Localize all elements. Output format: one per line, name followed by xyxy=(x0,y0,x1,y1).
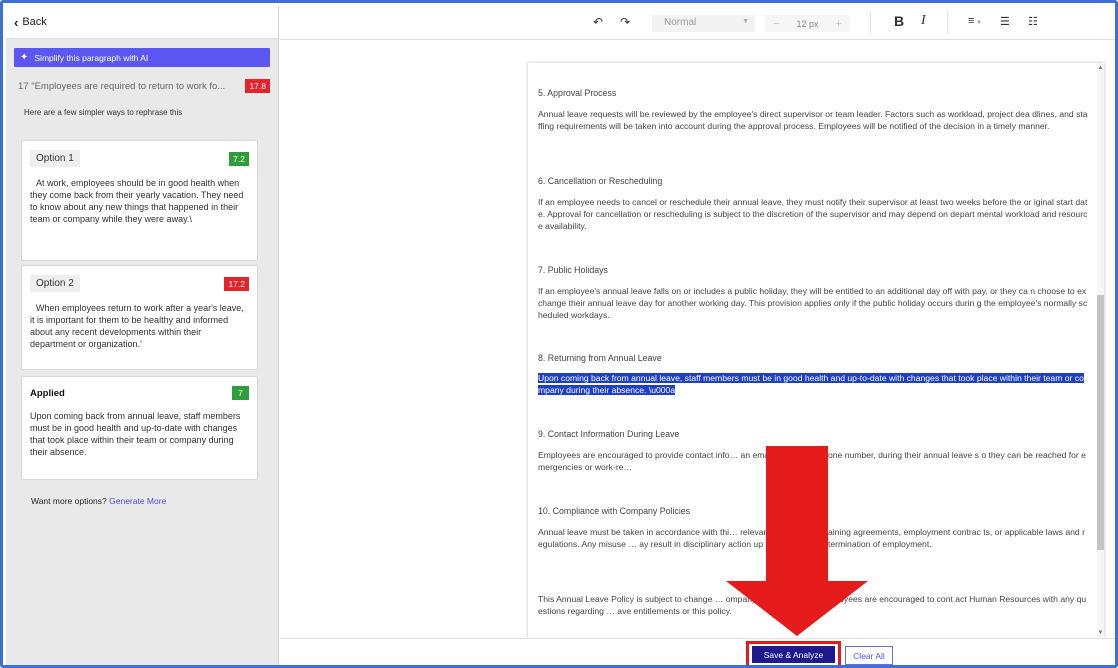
document-area: 5. Approval Process Annual leave request… xyxy=(280,41,1115,638)
applied-card: Applied 7 Upon coming back from annual l… xyxy=(21,376,258,480)
section-paragraph[interactable]: If an employee needs to cancel or resche… xyxy=(538,196,1088,232)
highlighted-paragraph[interactable]: Upon coming back from annual leave, staf… xyxy=(538,372,1088,396)
font-size-stepper[interactable]: − 12 px + xyxy=(765,15,850,32)
helper-text: Here are a few simpler ways to rephrase … xyxy=(24,108,183,117)
back-button[interactable]: ‹ Back xyxy=(6,6,278,39)
editor-toolbar: ↶ ↷ Normal ▼ − 12 px + B I ≡ ▼ ☰ ☷ xyxy=(280,6,1115,40)
original-snippet: 17 "Employees are required to return to … xyxy=(18,80,226,92)
save-button-highlight: Save & Analyze xyxy=(746,641,841,665)
font-size-value: 12 xyxy=(796,18,807,29)
section-paragraph[interactable]: Annual leave requests will be reviewed b… xyxy=(538,108,1088,132)
bullet-list-icon[interactable]: ☰ xyxy=(1000,15,1010,28)
scrollbar-thumb[interactable] xyxy=(1097,295,1104,550)
selected-text: Upon coming back from annual leave, staf… xyxy=(538,373,1084,395)
italic-button[interactable]: I xyxy=(921,13,926,29)
increase-size-icon[interactable]: + xyxy=(835,18,841,30)
closing-paragraph[interactable]: This Annual Leave Policy is subject to c… xyxy=(538,593,1088,617)
bold-button[interactable]: B xyxy=(894,13,904,29)
section-paragraph[interactable]: Employees are encouraged to provide cont… xyxy=(538,449,1088,473)
action-bar: Save & Analyze Clear All xyxy=(280,638,1115,665)
scroll-up-icon[interactable]: ▲ xyxy=(1097,65,1104,71)
option-2-text: When employees return to work after a ye… xyxy=(30,303,244,349)
applied-score-badge: 7 xyxy=(232,386,249,400)
chevron-down-icon: ▼ xyxy=(742,18,749,25)
align-icon[interactable]: ≡ ▼ xyxy=(968,15,982,27)
paragraph-style-select[interactable]: Normal ▼ xyxy=(652,15,755,32)
option-1-score-badge: 7.2 xyxy=(229,151,249,166)
more-options-label: Want more options? xyxy=(31,496,107,506)
font-size-unit: px xyxy=(809,18,819,29)
option-2-score-badge: 17.2 xyxy=(224,276,249,291)
app-window: ‹ Back ✦ Simplify this paragraph with AI… xyxy=(0,0,1118,668)
clear-all-button[interactable]: Clear All xyxy=(845,646,893,665)
numbered-list-icon[interactable]: ☷ xyxy=(1028,15,1038,28)
section-heading: 9. Contact Information During Leave xyxy=(538,429,680,439)
toolbar-divider xyxy=(947,12,948,34)
applied-label: Applied xyxy=(30,387,65,399)
section-heading: 5. Approval Process xyxy=(538,88,617,98)
redo-icon[interactable]: ↷ xyxy=(620,15,630,29)
original-score-badge: 17.8 xyxy=(245,79,270,93)
option-card-1[interactable]: Option 1 7.2 At work, employees should b… xyxy=(21,140,258,261)
section-paragraph[interactable]: If an employee's annual leave falls on o… xyxy=(538,285,1088,321)
ai-sidebar: ‹ Back ✦ Simplify this paragraph with AI… xyxy=(6,6,279,665)
ai-banner-label: Simplify this paragraph with AI xyxy=(34,52,149,63)
undo-icon[interactable]: ↶ xyxy=(593,15,603,29)
save-analyze-button[interactable]: Save & Analyze xyxy=(752,646,835,663)
option-1-text: At work, employees should be in good hea… xyxy=(30,178,244,224)
sparkle-icon: ✦ xyxy=(20,52,29,63)
back-label: Back xyxy=(22,16,47,28)
section-heading: 7. Public Holidays xyxy=(538,265,608,275)
option-1-label: Option 1 xyxy=(30,150,80,167)
scroll-down-icon[interactable]: ▼ xyxy=(1097,630,1104,636)
section-heading: 8. Returning from Annual Leave xyxy=(538,353,662,363)
chevron-left-icon: ‹ xyxy=(14,14,19,30)
decrease-size-icon[interactable]: − xyxy=(773,18,779,30)
paragraph-style-value: Normal xyxy=(664,17,697,28)
section-heading: 6. Cancellation or Rescheduling xyxy=(538,176,663,186)
simplify-ai-banner[interactable]: ✦ Simplify this paragraph with AI xyxy=(14,48,270,67)
option-card-2[interactable]: Option 2 17.2 When employees return to w… xyxy=(21,265,258,370)
toolbar-divider xyxy=(870,12,871,34)
option-2-label: Option 2 xyxy=(30,275,80,292)
section-paragraph[interactable]: Annual leave must be taken in accordance… xyxy=(538,526,1088,550)
original-sentence-row: 17 "Employees are required to return to … xyxy=(18,79,270,93)
more-options-row: Want more options? Generate More xyxy=(31,496,166,506)
document-page[interactable]: 5. Approval Process Annual leave request… xyxy=(528,63,1104,638)
applied-text: Upon coming back from annual leave, staf… xyxy=(30,411,241,457)
generate-more-link[interactable]: Generate More xyxy=(109,496,166,506)
section-heading: 10. Compliance with Company Policies xyxy=(538,506,691,516)
